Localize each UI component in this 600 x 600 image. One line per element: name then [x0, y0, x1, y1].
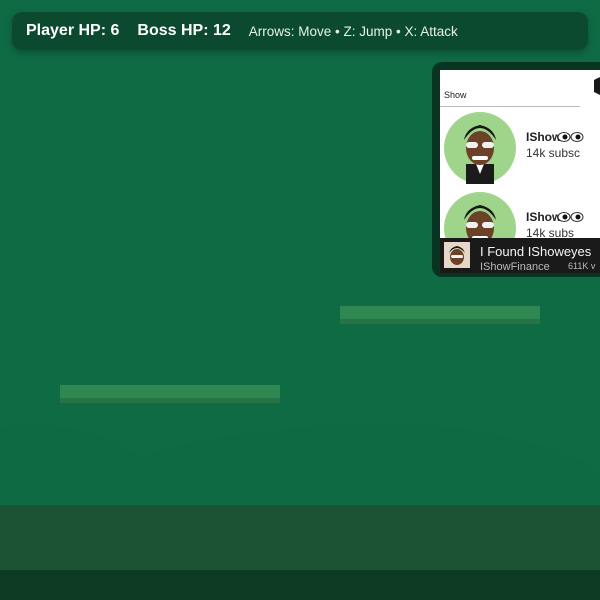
- result-name: IShow: [526, 210, 562, 224]
- search-label: Show: [444, 90, 467, 100]
- video-title: I Found IShoweyes: [480, 244, 592, 259]
- boss-hp: Boss HP: 12: [137, 22, 231, 39]
- platform-lower-left: [60, 385, 280, 403]
- ground: [0, 505, 600, 571]
- channel-avatar: [444, 242, 470, 268]
- background-hills: [0, 424, 600, 510]
- video-info-bar: I Found IShoweyes IShowFinance 611K v: [440, 238, 600, 273]
- hud-bar: Player HP: 6 Boss HP: 12 Arrows: Move • …: [12, 12, 588, 50]
- controls-help: Arrows: Move • Z: Jump • X: Attack: [248, 23, 458, 39]
- avatar-portrait: [444, 192, 516, 238]
- result-subs: 14k subs: [526, 226, 575, 238]
- view-count: 611K v: [568, 261, 596, 271]
- platform-upper-right: [340, 306, 540, 324]
- player-hp: Player HP: 6: [26, 22, 120, 39]
- channel-name: IShowFinance: [480, 261, 550, 273]
- boss-thumbnail: Show IShow 14k subsc IShow 14k subs: [440, 70, 600, 238]
- bedrock: [0, 570, 600, 600]
- side-person: [594, 77, 600, 95]
- result-name: IShow: [526, 130, 562, 144]
- divider: [440, 106, 580, 107]
- game-scene[interactable]: Player HP: 6 Boss HP: 12 Arrows: Move • …: [0, 0, 600, 600]
- avatar-portrait: [444, 112, 516, 184]
- boss-enemy: Show IShow 14k subsc IShow 14k subs I Fo…: [432, 62, 600, 277]
